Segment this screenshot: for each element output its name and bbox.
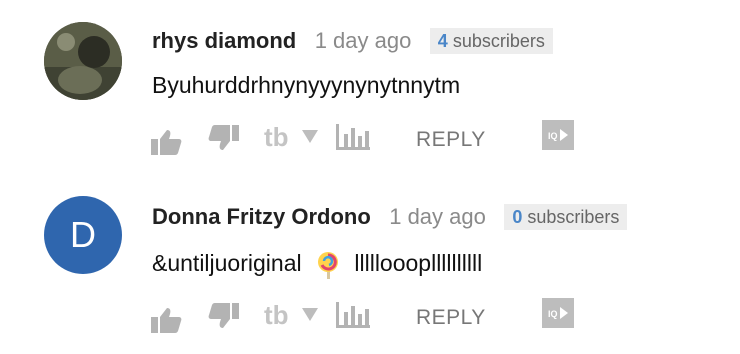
thumbs-down-icon[interactable] [208,124,240,152]
subscriber-badge: 4 subscribers [429,28,553,54]
caret-down-icon[interactable] [302,130,318,144]
iq-icon[interactable]: IQ [542,298,574,328]
comment-text: Byuhurddrhnynyyynynytnnytm [152,72,461,98]
comment-author[interactable]: rhys diamond [152,28,296,54]
thumbs-down-icon[interactable] [208,302,240,330]
bar-chart-icon[interactable] [336,300,370,330]
avatar[interactable]: D [44,196,122,274]
subscriber-label: subscribers [527,207,620,227]
subscriber-badge: 0 subscribers [504,204,628,230]
subscriber-label: subscribers [452,31,545,51]
caret-down-icon[interactable] [302,308,318,322]
comment-item: D Donna Fritzy Ordono 1 day ago 0 subscr… [0,178,740,348]
comment-text: &untiljuoriginal lllllooopllllllllll [152,250,482,279]
iq-icon[interactable]: IQ [542,120,574,150]
comment-text-after: lllllooopllllllllll [354,250,483,276]
tubebuddy-icon[interactable]: tb [264,300,298,330]
thumbs-up-icon[interactable] [150,128,182,156]
svg-text:tb: tb [264,300,289,330]
subscriber-count: 0 [512,207,523,227]
comment-time[interactable]: 1 day ago [315,28,412,54]
svg-text:IQ: IQ [548,131,558,141]
comment-author[interactable]: Donna Fritzy Ordono [152,204,371,230]
comment-time[interactable]: 1 day ago [389,204,486,230]
comment-text-before: &untiljuoriginal [152,250,302,276]
subscriber-count: 4 [437,31,448,51]
svg-text:IQ: IQ [548,309,558,319]
svg-text:tb: tb [264,122,289,152]
comment-item: rhys diamond 1 day ago 4 subscribers Byu… [0,0,740,170]
reply-button[interactable]: REPLY [416,128,486,152]
reply-button[interactable]: REPLY [416,306,486,330]
bar-chart-icon[interactable] [336,122,370,152]
tubebuddy-icon[interactable]: tb [264,122,298,152]
thumbs-up-icon[interactable] [150,306,182,334]
avatar[interactable] [44,22,122,100]
lollipop-icon [317,251,338,279]
